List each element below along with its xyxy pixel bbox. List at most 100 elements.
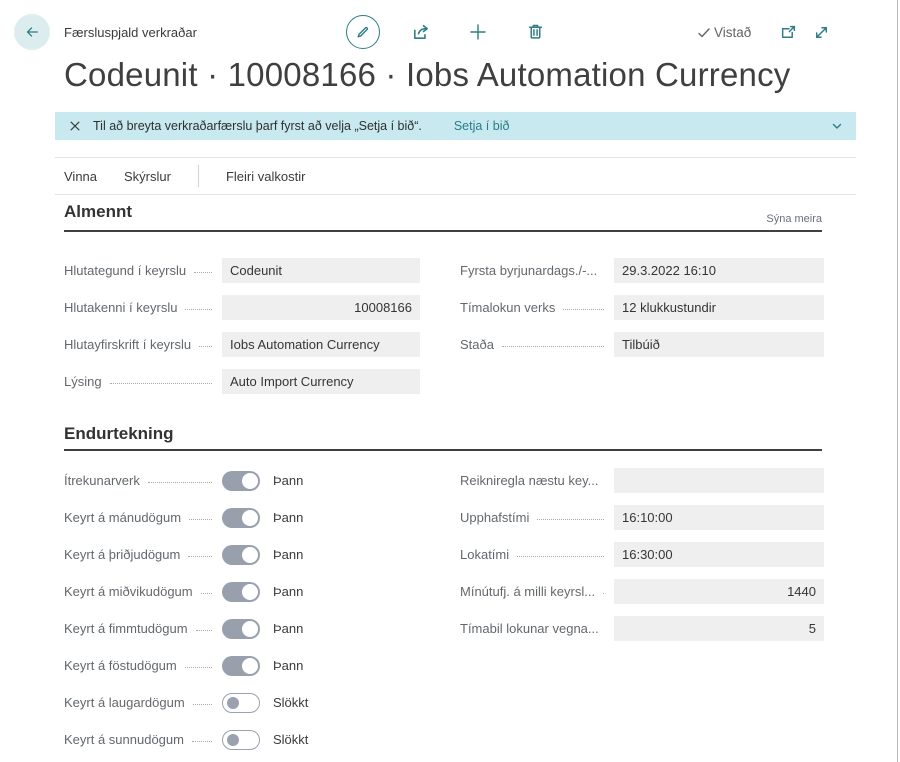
field-row: Lokatími 16:30:00 [460,536,824,573]
field-label: Keyrt á laugardögum [64,695,185,710]
dotted-leader [189,519,212,520]
field-input[interactable]: 5 [614,616,824,641]
field-row: Hlutayfirskrift í keyrslu Iobs Automatio… [64,326,420,363]
dotted-leader [199,346,212,347]
toggle-knob [227,697,239,709]
toggle-state-label: Þann [273,510,303,525]
trash-icon [527,23,544,40]
field-input[interactable]: Iobs Automation Currency [222,332,420,357]
toggle-switch[interactable] [222,619,260,639]
edit-button[interactable] [346,15,380,49]
plus-icon [469,23,487,41]
toggle-knob [242,510,258,526]
toggle-switch[interactable] [222,656,260,676]
field-input[interactable]: 16:30:00 [614,542,824,567]
toggle-row: Ítrekunarverk Þann [64,462,420,499]
field-input[interactable] [614,468,824,493]
toggle-row: Keyrt á sunnudögum Slökkt [64,721,420,758]
show-more-link[interactable]: Sýna meira [766,213,822,225]
chevron-down-icon[interactable] [830,119,844,133]
field-input[interactable]: 16:10:00 [614,505,824,530]
menu-item-skyrslur[interactable]: Skýrslur [124,169,171,184]
dotted-leader [110,383,212,384]
toggle-row: Keyrt á þriðjudögum Þann [64,536,420,573]
share-button[interactable] [412,23,430,41]
dotted-leader [193,704,212,705]
expand-diagonal-icon [813,24,830,41]
field-label: Tímabil lokunar vegna... [460,621,599,636]
field-row: Staða Tilbúið [460,326,824,363]
field-input[interactable]: 10008166 [222,295,420,320]
notification-message: Til að breyta verkraðarfærslu þarf fyrst… [93,119,422,133]
action-menu-bar: Vinna Skýrslur Fleiri valkostir [55,157,856,195]
notification-action-link[interactable]: Setja í bið [454,119,510,133]
close-notification-button[interactable] [69,120,81,132]
toggle-state-label: Slökkt [273,732,308,747]
delete-button[interactable] [527,23,544,40]
field-input[interactable]: Codeunit [222,258,420,283]
field-input[interactable]: Auto Import Currency [222,369,420,394]
toggle-state-label: Þann [273,658,303,673]
field-row: Hlutakenni í keyrslu 10008166 [64,289,420,326]
dotted-leader [194,272,212,273]
field-label: Keyrt á föstudögum [64,658,177,673]
toggle-switch[interactable] [222,545,260,565]
page-title: Codeunit · 10008166 · Iobs Automation Cu… [64,56,864,94]
open-in-window-button[interactable] [780,24,797,41]
field-row: Upphafstími 16:10:00 [460,499,824,536]
popout-window-icon [780,24,797,41]
dotted-leader [563,309,604,310]
toggle-row: Keyrt á mánudögum Þann [64,499,420,536]
field-label: Upphafstími [460,510,529,525]
field-label: Hlutayfirskrift í keyrslu [64,337,191,352]
field-label: Keyrt á miðvikudögum [64,584,193,599]
toggle-switch[interactable] [222,730,260,750]
dotted-leader [185,667,212,668]
toggle-switch[interactable] [222,508,260,528]
dotted-leader [537,519,604,520]
section-header-endurtekning: Endurtekning [64,424,822,451]
dotted-leader [201,593,212,594]
toggle-knob [242,473,258,489]
pencil-icon [355,24,371,40]
toggle-switch[interactable] [222,693,260,713]
endurtekning-right-column: Reikniregla næstu key... Upphafstími 16:… [460,462,824,647]
toggle-knob [242,584,258,600]
new-button[interactable] [469,23,487,41]
menu-divider [198,165,199,187]
expand-button[interactable] [813,24,830,41]
field-input[interactable]: 1440 [614,579,824,604]
menu-item-more-options[interactable]: Fleiri valkostir [226,169,305,184]
field-label: Keyrt á mánudögum [64,510,181,525]
job-queue-entry-card: Færsluspjald verkraðar [0,0,900,762]
field-row: Mínútufj. á milli keyrsl... 1440 [460,573,824,610]
toggle-state-label: Þann [273,621,303,636]
field-row: Tímabil lokunar vegna... 5 [460,610,824,647]
field-row: Tímalokun verks 12 klukkustundir [460,289,824,326]
dotted-leader [196,630,212,631]
toggle-state-label: Þann [273,547,303,562]
toggle-state-label: Þann [273,473,303,488]
dotted-leader [192,741,212,742]
field-label: Ítrekunarverk [64,473,140,488]
toggle-row: Keyrt á laugardögum Slökkt [64,684,420,721]
field-input[interactable]: 29.3.2022 16:10 [614,258,824,283]
toggle-row: Keyrt á föstudögum Þann [64,647,420,684]
window-edge-divider [897,0,898,762]
field-label: Mínútufj. á milli keyrsl... [460,584,595,599]
check-icon [697,26,711,40]
dotted-leader [185,309,212,310]
field-input[interactable]: Tilbúið [614,332,824,357]
field-input[interactable]: 12 klukkustundir [614,295,824,320]
menu-item-vinna[interactable]: Vinna [64,169,97,184]
back-button[interactable] [14,14,50,50]
save-status-badge: Vistað [697,25,751,40]
toggle-switch[interactable] [222,471,260,491]
toggle-switch[interactable] [222,582,260,602]
toggle-state-label: Slökkt [273,695,308,710]
toggle-row: Keyrt á fimmtudögum Þann [64,610,420,647]
field-label: Reikniregla næstu key... [460,473,599,488]
breadcrumb[interactable]: Færsluspjald verkraðar [64,25,197,40]
almennt-left-column: Hlutategund í keyrslu Codeunit Hlutakenn… [64,252,420,400]
field-label: Staða [460,337,494,352]
